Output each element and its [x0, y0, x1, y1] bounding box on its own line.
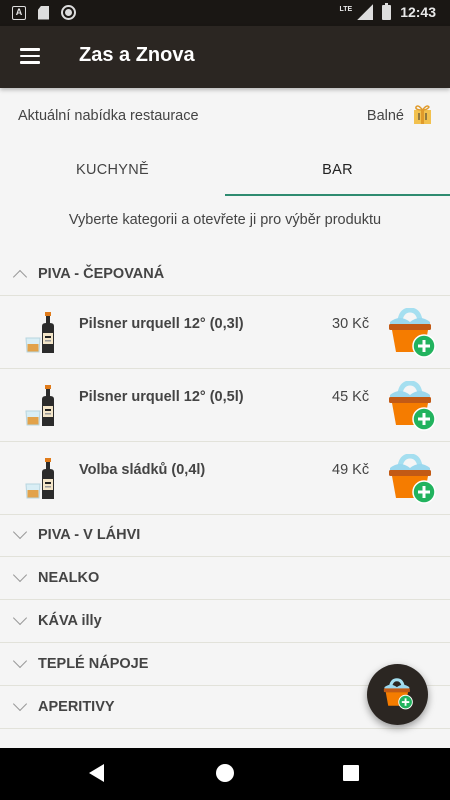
- tab-kuchyne[interactable]: KUCHYNĚ: [0, 144, 225, 196]
- category-label: TEPLÉ NÁPOJE: [38, 656, 149, 672]
- record-icon: [61, 5, 76, 20]
- battery-icon: [382, 2, 392, 20]
- add-to-cart-icon[interactable]: [386, 454, 436, 504]
- tab-indicator: [225, 194, 450, 196]
- category-header[interactable]: PIVA - V LÁHVI: [0, 514, 450, 557]
- product-price: 30 Kč: [332, 316, 370, 332]
- product-price: 45 Kč: [332, 389, 370, 405]
- chevron-down-icon: [12, 524, 28, 540]
- product-row: Pilsner urquell 12° (0,5l) 45 Kč: [0, 369, 450, 442]
- back-icon[interactable]: [89, 764, 104, 782]
- notification-a-icon: A: [12, 5, 26, 20]
- chevron-down-icon: [12, 567, 28, 583]
- tab-bar-drinks[interactable]: BAR: [225, 144, 450, 196]
- home-icon[interactable]: [216, 764, 234, 782]
- product-row: Volba sládků (0,4l) 49 Kč: [0, 442, 450, 515]
- gift-bag-icon[interactable]: [413, 104, 432, 125]
- product-name: Volba sládků (0,4l): [79, 462, 206, 478]
- cart-fab-button[interactable]: [367, 664, 428, 725]
- category-label: PIVA - ČEPOVANÁ: [38, 266, 165, 282]
- tab-bar: KUCHYNĚ BAR: [0, 144, 450, 196]
- add-to-cart-icon[interactable]: [386, 381, 436, 431]
- whiskey-bottle-icon: [25, 458, 55, 500]
- category-label: NEALKO: [38, 570, 100, 586]
- category-header[interactable]: KÁVA illy: [0, 600, 450, 643]
- instruction-text: Vyberte kategorii a otevřete ji pro výbě…: [68, 212, 382, 228]
- app-title: Zas a Znova: [79, 44, 195, 66]
- add-to-cart-icon[interactable]: [386, 308, 436, 358]
- category-header[interactable]: PIVA - ČEPOVANÁ: [0, 253, 450, 296]
- status-bar: A LTE 12:43: [0, 0, 450, 26]
- signal-icon: [357, 4, 374, 20]
- chevron-up-icon: [12, 269, 28, 285]
- cart-plus-icon: [382, 678, 413, 710]
- restaurant-offer-label: Aktuální nabídka restaurace: [18, 108, 199, 124]
- product-price: 49 Kč: [332, 462, 370, 478]
- category-label: KÁVA illy: [38, 613, 102, 629]
- product-name: Pilsner urquell 12° (0,5l): [79, 389, 244, 405]
- chevron-down-icon: [12, 610, 28, 626]
- sd-card-icon: [38, 5, 49, 20]
- info-bar: Aktuální nabídka restaurace Balné: [0, 88, 450, 144]
- system-nav-bar: [0, 748, 450, 800]
- packaging-label[interactable]: Balné: [367, 108, 404, 124]
- product-row: Pilsner urquell 12° (0,3l) 30 Kč: [0, 296, 450, 369]
- hamburger-menu-icon[interactable]: [20, 48, 40, 64]
- product-name: Pilsner urquell 12° (0,3l): [79, 316, 244, 332]
- network-type: LTE: [339, 5, 353, 13]
- whiskey-bottle-icon: [25, 312, 55, 354]
- app-bar: Zas a Znova: [0, 26, 450, 88]
- category-label: PIVA - V LÁHVI: [38, 527, 141, 543]
- category-label: APERITIVY: [38, 699, 115, 715]
- category-header[interactable]: NEALKO: [0, 557, 450, 600]
- chevron-down-icon: [12, 696, 28, 712]
- clock: 12:43: [400, 4, 436, 20]
- whiskey-bottle-icon: [25, 385, 55, 427]
- recent-apps-icon[interactable]: [343, 765, 359, 781]
- chevron-down-icon: [12, 653, 28, 669]
